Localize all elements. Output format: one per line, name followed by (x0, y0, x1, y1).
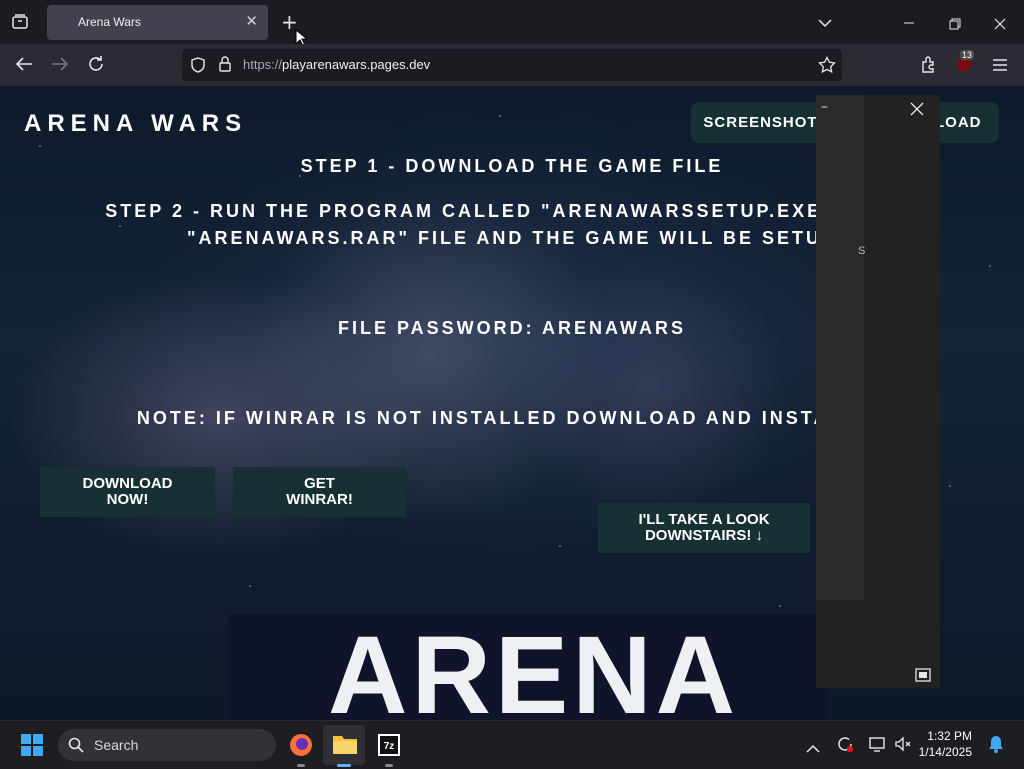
extension-badge: 13 (960, 50, 975, 60)
site-title: ARENA WARS (24, 110, 248, 137)
menu-hamburger-icon[interactable] (992, 57, 1008, 76)
minimize-window-icon[interactable] (903, 14, 915, 33)
list-all-tabs-icon[interactable] (818, 13, 832, 32)
clock-date[interactable]: 1/14/2025 (902, 745, 972, 759)
address-bar[interactable]: https://playarenawars.pages.dev (182, 49, 842, 81)
reload-icon[interactable] (87, 55, 105, 77)
tab-title: Arena Wars (78, 15, 141, 29)
game-logo-text: ARENA (328, 614, 740, 721)
update-sync-icon[interactable] (836, 735, 854, 757)
tab-strip: Arena Wars ✕ + (0, 0, 1024, 47)
look-downstairs-button[interactable]: I'LL TAKE A LOOK DOWNSTAIRS! ↓ (598, 503, 810, 553)
lock-icon[interactable] (218, 56, 232, 76)
forward-icon[interactable] (51, 56, 69, 76)
file-explorer-taskbar-icon[interactable] (332, 733, 358, 759)
get-winrar-button[interactable]: GET WINRAR! (233, 467, 406, 517)
navigation-toolbar: https://playarenawars.pages.dev 13 (0, 44, 1024, 86)
clock-time[interactable]: 1:32 PM (902, 729, 972, 743)
overlay-side-letter: S (858, 245, 866, 257)
network-icon[interactable] (868, 735, 886, 757)
notification-bell-icon[interactable] (988, 735, 1004, 757)
show-hidden-icons-icon[interactable] (806, 739, 820, 758)
file-explorer-running-indicator (337, 764, 351, 767)
overlay-pip-icon[interactable] (915, 667, 931, 686)
tab-overview-icon[interactable] (11, 12, 29, 34)
windows-taskbar: Search 7z 1:32 PM 1/14/2025 (0, 720, 1024, 769)
tracking-protection-icon[interactable] (190, 57, 206, 77)
floating-overlay-panel: – S (816, 95, 940, 688)
start-windows-icon[interactable] (20, 733, 44, 761)
seven-zip-taskbar-icon[interactable]: 7z (377, 733, 401, 761)
restore-window-icon[interactable] (949, 15, 961, 34)
download-now-button[interactable]: DOWNLOAD NOW! (40, 467, 215, 517)
overlay-inner-column (816, 95, 864, 600)
firefox-taskbar-icon[interactable] (289, 733, 313, 761)
search-label: Search (94, 737, 139, 753)
tab-arena-wars[interactable]: Arena Wars ✕ (47, 5, 268, 40)
svg-text:7z: 7z (384, 741, 395, 752)
extensions-icon[interactable] (920, 55, 938, 77)
search-icon (68, 737, 84, 757)
url-text: https://playarenawars.pages.dev (243, 57, 431, 72)
firefox-running-indicator (297, 764, 305, 767)
overlay-minimize-icon[interactable]: – (821, 99, 828, 115)
seven-zip-running-indicator (385, 764, 393, 767)
close-window-icon[interactable] (994, 15, 1006, 34)
overlay-close-icon[interactable] (910, 101, 924, 120)
close-tab-icon[interactable]: ✕ (245, 12, 258, 30)
back-icon[interactable] (15, 56, 33, 76)
taskbar-search-box[interactable]: Search (58, 729, 276, 761)
bookmark-star-icon[interactable] (818, 56, 836, 78)
